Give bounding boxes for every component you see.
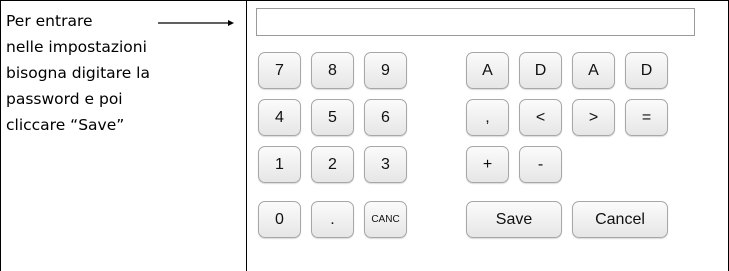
key-dot[interactable]: . bbox=[311, 201, 354, 238]
key-2[interactable]: 2 bbox=[311, 146, 354, 183]
instructions-text: Per entrare nelle impostazioni bisogna d… bbox=[6, 8, 242, 138]
key-4[interactable]: 4 bbox=[258, 99, 301, 136]
key-d[interactable]: D bbox=[519, 52, 562, 89]
cancel-button[interactable]: Cancel bbox=[572, 201, 668, 238]
column-divider bbox=[246, 0, 247, 271]
key-1[interactable]: 1 bbox=[258, 146, 301, 183]
password-display[interactable] bbox=[256, 8, 695, 36]
key-3[interactable]: 3 bbox=[364, 146, 407, 183]
arrow-right-icon bbox=[158, 20, 234, 26]
key-0[interactable]: 0 bbox=[258, 201, 301, 238]
instruction-line: bisogna digitare la bbox=[6, 64, 150, 82]
key-6[interactable]: 6 bbox=[364, 99, 407, 136]
key-7[interactable]: 7 bbox=[258, 52, 301, 89]
key-less-than[interactable]: < bbox=[519, 99, 562, 136]
canc-button[interactable]: CANC bbox=[364, 201, 407, 238]
key-8[interactable]: 8 bbox=[311, 52, 354, 89]
instruction-line: password e poi bbox=[6, 90, 123, 108]
key-plus[interactable]: + bbox=[466, 146, 509, 183]
key-d[interactable]: D bbox=[625, 52, 668, 89]
key-greater-than[interactable]: > bbox=[572, 99, 615, 136]
key-a[interactable]: A bbox=[572, 52, 615, 89]
key-5[interactable]: 5 bbox=[311, 99, 354, 136]
keypad-layout-table: Per entrare nelle impostazioni bisogna d… bbox=[0, 0, 729, 271]
top-border bbox=[0, 0, 729, 1]
key-comma[interactable]: , bbox=[466, 99, 509, 136]
instruction-line: cliccare “Save” bbox=[6, 116, 125, 134]
key-a[interactable]: A bbox=[466, 52, 509, 89]
key-equals[interactable]: = bbox=[625, 99, 668, 136]
left-border bbox=[0, 0, 1, 271]
key-minus[interactable]: - bbox=[519, 146, 562, 183]
save-button[interactable]: Save bbox=[466, 201, 562, 238]
instruction-line: nelle impostazioni bbox=[6, 38, 147, 56]
key-9[interactable]: 9 bbox=[364, 52, 407, 89]
